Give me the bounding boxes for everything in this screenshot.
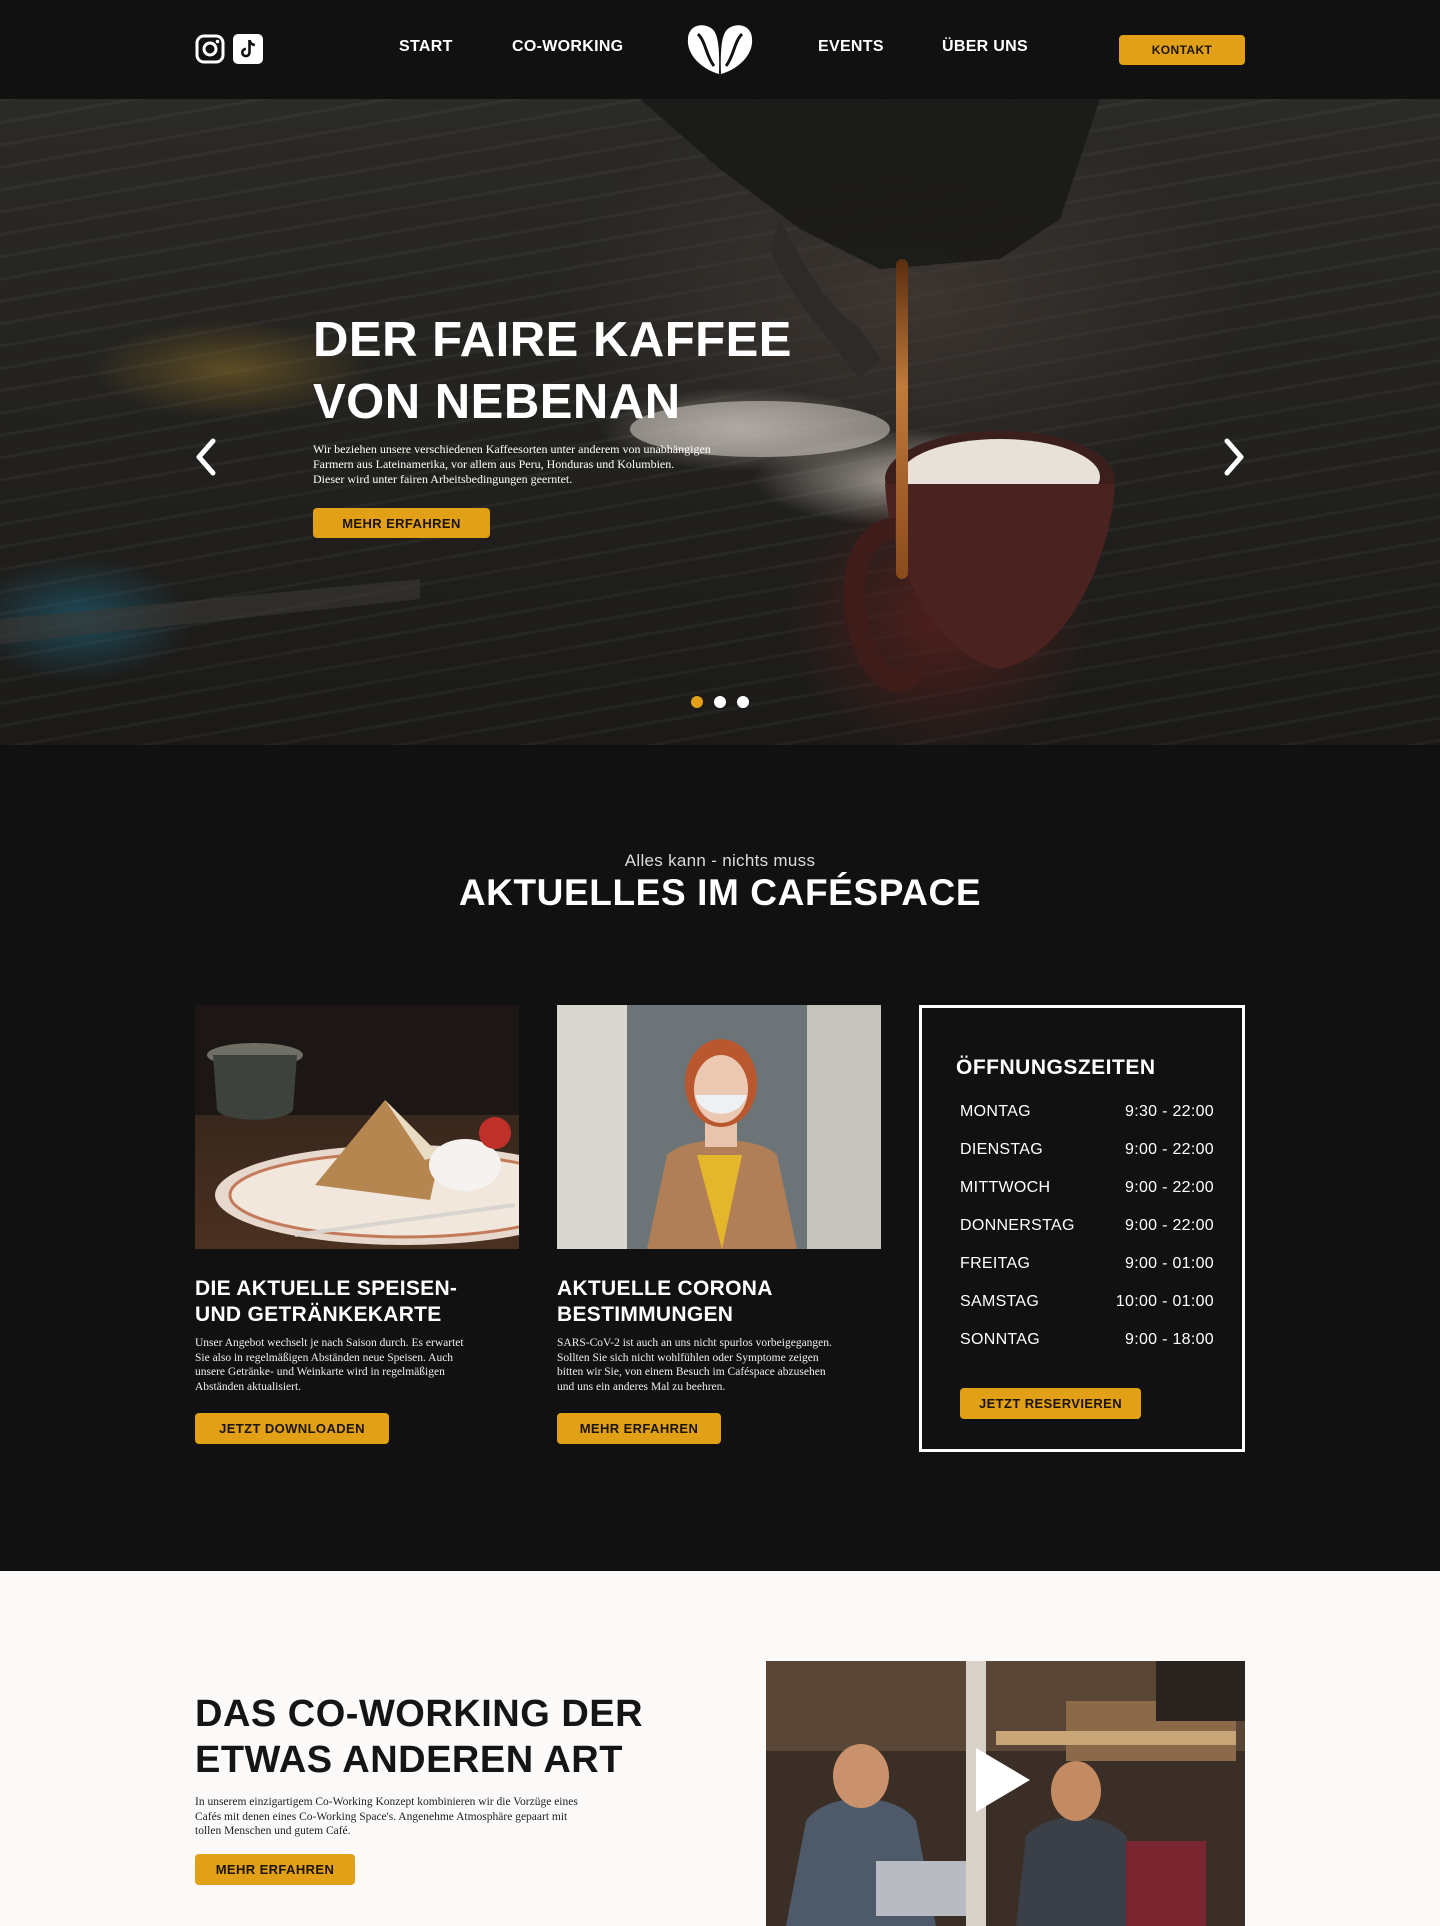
coworking-text-line: tollen Menschen und gutem Café. [195, 1825, 351, 1837]
card-text-line: Unser Angebot wechselt je nach Saison du… [195, 1337, 464, 1349]
menu-card-text: Unser Angebot wechselt je nach Saison du… [195, 1336, 519, 1394]
hours-time: 9:00 - 01:00 [1125, 1255, 1214, 1272]
card-text-line: und uns ein anderes Mal zu beehren. [557, 1380, 726, 1393]
card-title-line: DIE AKTUELLE SPEISEN- [195, 1277, 458, 1300]
hero-title: DER FAIRE KAFFEE VON NEBENAN [313, 309, 913, 433]
top-navigation: START CO-WORKING EVENTS ÜBER UNS KONTAKT [0, 0, 1440, 99]
coworking-section: DAS CO-WORKING DER ETWAS ANDEREN ART In … [0, 1571, 1440, 1926]
card-title-line: BESTIMMUNGEN [557, 1303, 734, 1326]
hours-day: MITTWOCH [960, 1179, 1051, 1196]
hours-day: MONTAG [960, 1103, 1031, 1120]
slider-dot[interactable] [737, 696, 749, 708]
card-text-line: unsere Getränke- und Weinkarte wird in r… [195, 1366, 445, 1378]
hours-time: 9:00 - 18:00 [1125, 1331, 1214, 1348]
card-text-line: Abständen aktualisiert. [195, 1380, 302, 1393]
corona-card-text: SARS-CoV-2 ist auch an uns nicht spurlos… [557, 1336, 881, 1394]
hours-time: 9:00 - 22:00 [1125, 1179, 1214, 1196]
hours-time: 9:00 - 22:00 [1125, 1141, 1214, 1158]
play-icon[interactable] [972, 1746, 1032, 1814]
hero-title-line: DER FAIRE KAFFEE [313, 313, 792, 367]
slider-dot[interactable] [714, 696, 726, 708]
card-text-line: SARS-CoV-2 ist auch an uns nicht spurlos… [557, 1337, 832, 1349]
coffee-bean-heart-logo[interactable] [684, 20, 756, 78]
hours-row: MITTWOCH 9:00 - 22:00 [960, 1179, 1214, 1201]
coworking-text-line: In unserem einzigartigem Co-Working Konz… [195, 1796, 578, 1808]
hours-row: MONTAG 9:30 - 22:00 [960, 1103, 1214, 1125]
hero-description: Wir beziehen unsere verschiedenen Kaffee… [313, 442, 803, 487]
coworking-text: In unserem einzigartigem Co-Working Konz… [195, 1795, 675, 1839]
nav-link-co-working[interactable]: CO-WORKING [512, 38, 623, 56]
hours-day: SONNTAG [960, 1331, 1041, 1348]
hero-description-line: Dieser wird unter fairen Arbeitsbedingun… [313, 472, 573, 486]
coworking-text-line: Cafés mit denen eines Co-Working Space's… [195, 1810, 568, 1823]
hero-description-line: Wir beziehen unsere verschiedenen Kaffee… [313, 442, 711, 456]
hours-row: SONNTAG 9:00 - 18:00 [960, 1331, 1214, 1353]
coworking-title: DAS CO-WORKING DER ETWAS ANDEREN ART [195, 1691, 715, 1783]
nav-link-events[interactable]: EVENTS [818, 38, 884, 56]
hours-row: DONNERSTAG 9:00 - 22:00 [960, 1217, 1214, 1239]
hours-day: DONNERSTAG [960, 1217, 1075, 1234]
section-title: AKTUELLES IM CAFÉSPACE [458, 872, 982, 913]
card-text-line: Sollten Sie sich nicht wohlfühlen oder S… [557, 1351, 819, 1364]
hours-day: FREITAG [960, 1255, 1031, 1272]
hours-row: DIENSTAG 9:00 - 22:00 [960, 1141, 1214, 1163]
coworking-video[interactable] [766, 1661, 1245, 1926]
hours-row: SAMSTAG 10:00 - 01:00 [960, 1293, 1214, 1315]
coworking-title-line: DAS CO-WORKING DER [195, 1693, 644, 1735]
slider-dot-active[interactable] [691, 696, 703, 708]
hero-slider: DER FAIRE KAFFEE VON NEBENAN Wir beziehe… [0, 99, 1440, 745]
hours-day: SAMSTAG [960, 1293, 1040, 1310]
opening-hours-title: ÖFFNUNGSZEITEN [956, 1056, 1156, 1079]
corona-more-button[interactable]: MEHR ERFAHREN [557, 1413, 721, 1444]
hero-more-button[interactable]: MEHR ERFAHREN [313, 508, 490, 538]
download-menu-button[interactable]: JETZT DOWNLOADEN [195, 1413, 389, 1444]
hours-row: FREITAG 9:00 - 01:00 [960, 1255, 1214, 1277]
hours-time: 9:00 - 22:00 [1125, 1217, 1214, 1234]
reserve-button[interactable]: JETZT RESERVIEREN [960, 1388, 1141, 1419]
section-subtitle: Alles kann - nichts muss [624, 851, 816, 870]
hero-description-line: Farmern aus Lateinamerika, vor allem aus… [313, 457, 675, 471]
instagram-icon[interactable] [195, 34, 225, 64]
hours-time: 9:30 - 22:00 [1125, 1103, 1214, 1120]
menu-card-title: DIE AKTUELLE SPEISEN- UND GETRÄNKEKARTE [195, 1276, 519, 1328]
corona-card-title: AKTUELLE CORONA BESTIMMUNGEN [557, 1276, 881, 1328]
chevron-right-icon[interactable] [1219, 437, 1247, 477]
tiktok-icon[interactable] [233, 34, 263, 64]
hours-time: 10:00 - 01:00 [1115, 1293, 1214, 1310]
card-title-line: UND GETRÄNKEKARTE [195, 1303, 442, 1326]
menu-card-image [195, 1005, 519, 1249]
corona-card-image [557, 1005, 881, 1249]
opening-hours-box: ÖFFNUNGSZEITEN MONTAG 9:30 - 22:00 DIENS… [919, 1005, 1245, 1452]
nav-link-ueber-uns[interactable]: ÜBER UNS [942, 38, 1028, 56]
chevron-left-icon[interactable] [193, 437, 221, 477]
contact-button[interactable]: KONTAKT [1119, 35, 1245, 65]
hours-day: DIENSTAG [960, 1141, 1044, 1158]
card-text-line: bitten wir Sie, von einem Besuch im Café… [557, 1366, 826, 1378]
card-title-line: AKTUELLE CORONA [557, 1277, 773, 1300]
nav-link-start[interactable]: START [399, 38, 453, 56]
hero-title-line: VON NEBENAN [313, 375, 681, 429]
coworking-more-button[interactable]: MEHR ERFAHREN [195, 1854, 355, 1885]
coworking-title-line: ETWAS ANDEREN ART [195, 1739, 623, 1781]
card-text-line: Sie also in regelmäßigen Abständen neue … [195, 1351, 454, 1364]
